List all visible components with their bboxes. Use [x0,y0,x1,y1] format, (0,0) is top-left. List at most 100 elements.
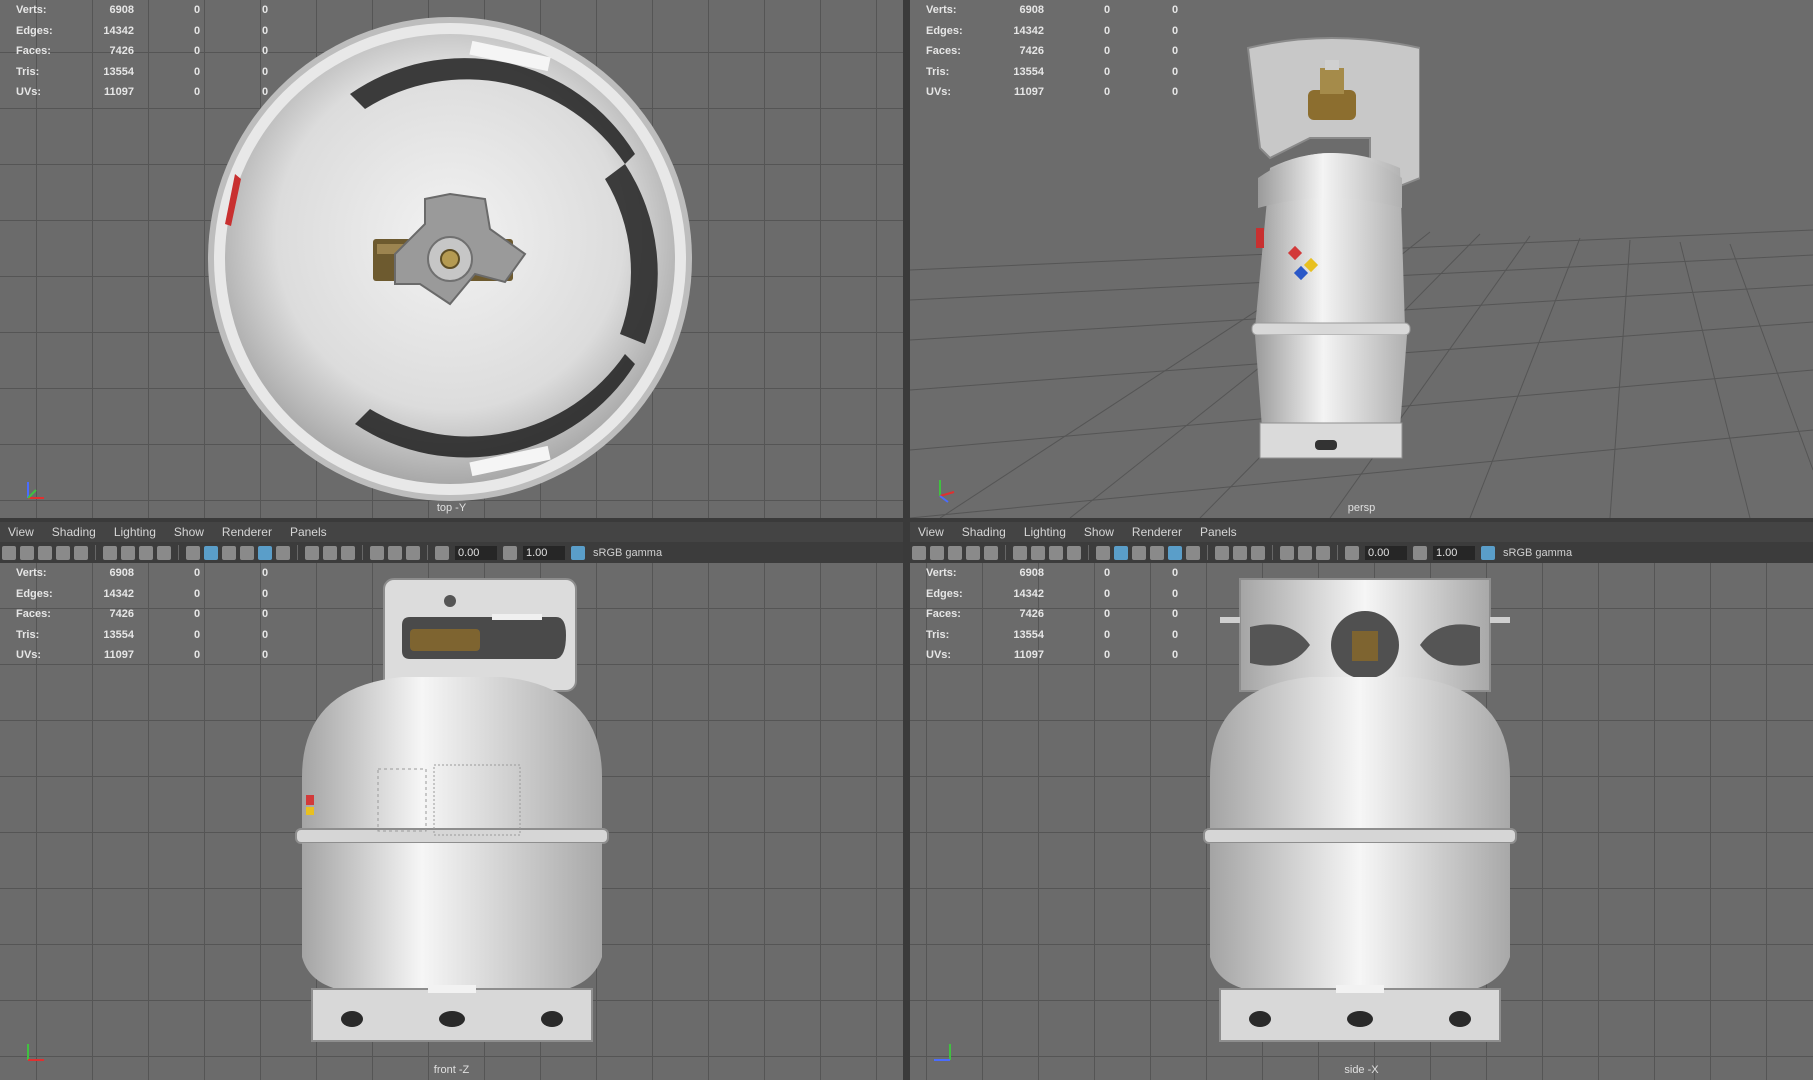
xray-joints-icon[interactable] [1316,545,1330,560]
menu-view[interactable]: View [918,525,944,539]
separator [1337,545,1338,560]
safe-action-icon[interactable] [157,545,171,560]
panel-menu-bar: View Shading Lighting Show Renderer Pane… [910,522,1813,542]
viewport-top[interactable]: Verts: 6908 0 0 Edges: 14342 0 0 Faces: 7426 0 0 … [0,0,903,518]
gamma-icon[interactable] [1413,545,1427,560]
separator [297,545,298,560]
camera-attributes-icon[interactable] [930,545,944,560]
viewport-persp[interactable]: Verts: 6908 0 0 Edges: 14342 0 0 Faces: 7426 0 0 … [910,0,1813,518]
textured-icon[interactable] [240,545,254,560]
separator [1005,545,1006,560]
panel-toolbar: 0.00 1.00 sRGB gamma [910,542,1813,563]
separator [1272,545,1273,560]
viewport-front[interactable]: Verts: 6908 0 0 Edges: 14342 0 0 Faces: 7426 0 0 … [0,563,903,1080]
resolution-gate-icon[interactable] [1049,545,1063,560]
textured-icon[interactable] [1150,545,1164,560]
gamma-icon[interactable] [503,545,517,560]
grid-icon[interactable] [1013,545,1027,560]
xray-joints-icon[interactable] [406,545,420,560]
separator [427,545,428,560]
camera-label: front -Z [433,1064,470,1076]
default-lighting-icon[interactable] [1168,545,1182,560]
shadows-icon[interactable] [1186,545,1200,560]
poly-count-hud: Verts: 6908 0 0 Edges: 14342 0 0 Faces: 7426 0 0 … [926,567,1179,661]
default-lighting-icon[interactable] [258,545,272,560]
color-management-icon[interactable] [571,545,585,560]
menu-panels[interactable]: Panels [290,525,327,539]
exposure-field[interactable]: 0.00 [1365,545,1407,560]
tank-side-view [1203,578,1517,1042]
ambient-occlusion-icon[interactable] [1215,545,1229,560]
motion-blur-icon[interactable] [323,545,337,560]
gamma-field[interactable]: 1.00 [1433,545,1475,560]
image-plane-icon[interactable] [966,545,980,560]
tank-persp-view [1246,37,1420,459]
color-space-select[interactable]: sRGB gamma [1503,547,1572,559]
camera-label: top -Y [436,502,467,514]
xray-icon[interactable] [388,545,402,560]
image-plane-icon[interactable] [56,545,70,560]
safe-action-icon[interactable] [1067,545,1081,560]
menu-lighting[interactable]: Lighting [114,525,156,539]
separator [1088,545,1089,560]
menu-show[interactable]: Show [174,525,204,539]
camera-icon[interactable] [2,545,16,560]
axis-gizmo [939,480,955,503]
resolution-gate-icon[interactable] [139,545,153,560]
menu-shading[interactable]: Shading [962,525,1006,539]
wireframe-on-shaded-icon[interactable] [222,545,236,560]
camera-icon[interactable] [912,545,926,560]
wireframe-icon[interactable] [186,545,200,560]
viewport-divider-vertical[interactable] [903,0,910,1080]
menu-renderer[interactable]: Renderer [222,525,272,539]
separator [178,545,179,560]
poly-count-hud: Verts: 6908 0 0 Edges: 14342 0 0 Faces: 7426 0 0 … [926,4,1179,98]
tank-front-view [295,578,609,1042]
camera-attributes-icon[interactable] [20,545,34,560]
shadows-icon[interactable] [276,545,290,560]
film-gate-icon[interactable] [121,545,135,560]
exposure-field[interactable]: 0.00 [455,545,497,560]
color-management-icon[interactable] [1481,545,1495,560]
menu-view[interactable]: View [8,525,34,539]
panel-toolbar: 0.00 1.00 sRGB gamma [0,542,903,563]
ambient-occlusion-icon[interactable] [305,545,319,560]
menu-renderer[interactable]: Renderer [1132,525,1182,539]
color-space-select[interactable]: sRGB gamma [593,547,662,559]
viewport-side[interactable]: Verts: 6908 0 0 Edges: 14342 0 0 Faces: 7426 0 0 … [910,563,1813,1080]
menu-show[interactable]: Show [1084,525,1114,539]
xray-icon[interactable] [1298,545,1312,560]
motion-blur-icon[interactable] [1233,545,1247,560]
anti-aliasing-icon[interactable] [1251,545,1265,560]
wireframe-icon[interactable] [1096,545,1110,560]
separator [362,545,363,560]
poly-count-hud: Verts: 6908 0 0 Edges: 14342 0 0 Faces: 7426 0 0 … [16,567,269,661]
gamma-field[interactable]: 1.00 [523,545,565,560]
axis-gizmo [27,1044,44,1061]
separator [1207,545,1208,560]
film-gate-icon[interactable] [1031,545,1045,560]
pan-zoom-icon[interactable] [74,545,88,560]
menu-lighting[interactable]: Lighting [1024,525,1066,539]
anti-aliasing-icon[interactable] [341,545,355,560]
menu-panels[interactable]: Panels [1200,525,1237,539]
panel-menu-bar: View Shading Lighting Show Renderer Pane… [0,522,903,542]
smooth-shade-icon[interactable] [204,545,218,560]
grid-icon[interactable] [103,545,117,560]
axis-gizmo [934,1044,951,1061]
bookmark-icon[interactable] [948,545,962,560]
camera-label: side -X [1344,1064,1379,1076]
smooth-shade-icon[interactable] [1114,545,1128,560]
wireframe-on-shaded-icon[interactable] [1132,545,1146,560]
separator [95,545,96,560]
menu-shading[interactable]: Shading [52,525,96,539]
axis-gizmo [27,482,44,499]
camera-label: persp [1347,502,1376,514]
isolate-select-icon[interactable] [1280,545,1294,560]
tank-top-view [208,17,692,501]
exposure-icon[interactable] [435,545,449,560]
pan-zoom-icon[interactable] [984,545,998,560]
bookmark-icon[interactable] [38,545,52,560]
exposure-icon[interactable] [1345,545,1359,560]
isolate-select-icon[interactable] [370,545,384,560]
